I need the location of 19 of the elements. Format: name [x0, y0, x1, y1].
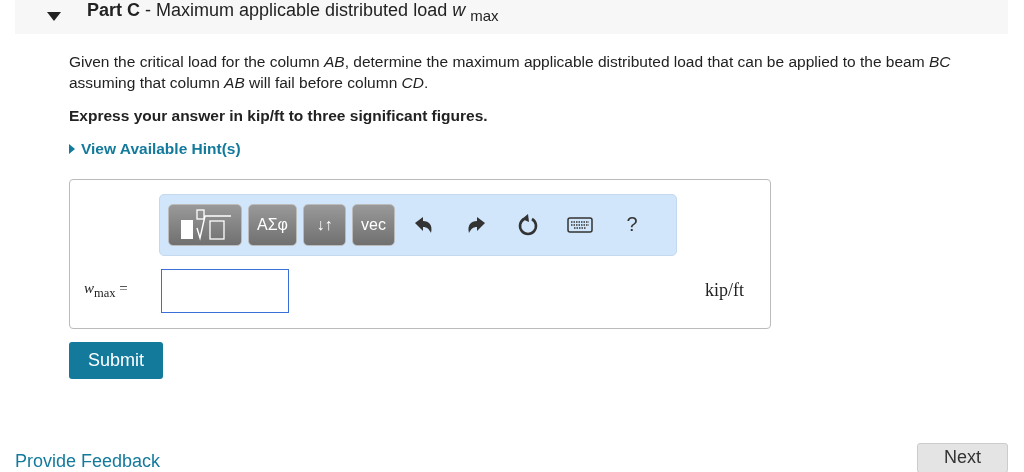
next-button[interactable]: Next: [917, 442, 1008, 472]
feedback-link[interactable]: Provide Feedback: [15, 450, 161, 472]
toolbar-button[interactable]: ΑΣφ: [248, 203, 297, 246]
undo-icon: [413, 215, 434, 234]
part-title: Part C - Maximum applicable distributed load w $_{max}$: [87, 0, 499, 26]
answer-label: w$_{max}$ =: [84, 280, 129, 302]
instruction-text: Express your answer in kip/ft to three significant figures.: [69, 106, 489, 125]
answer-field[interactable]: [161, 268, 289, 313]
help-button[interactable]: ?: [608, 203, 655, 246]
caret-icon[interactable]: [47, 12, 61, 22]
toolbar-button[interactable]: ↓↑: [302, 203, 346, 246]
keyboard-icon: [566, 216, 593, 233]
reset-icon: [516, 212, 539, 237]
submit-button[interactable]: Submit: [69, 341, 163, 379]
units-label: kip/ft: [705, 280, 744, 302]
hints-link[interactable]: View Available Hint(s): [69, 139, 241, 158]
template-button[interactable]: [168, 203, 242, 246]
toolbar-button[interactable]: vec: [351, 203, 395, 246]
question-text: Given the critical load for the column AB, determine the maximum applicable distributed load that can be applied to the beam BC assuming that column AB will fail before column CD.: [69, 51, 952, 93]
